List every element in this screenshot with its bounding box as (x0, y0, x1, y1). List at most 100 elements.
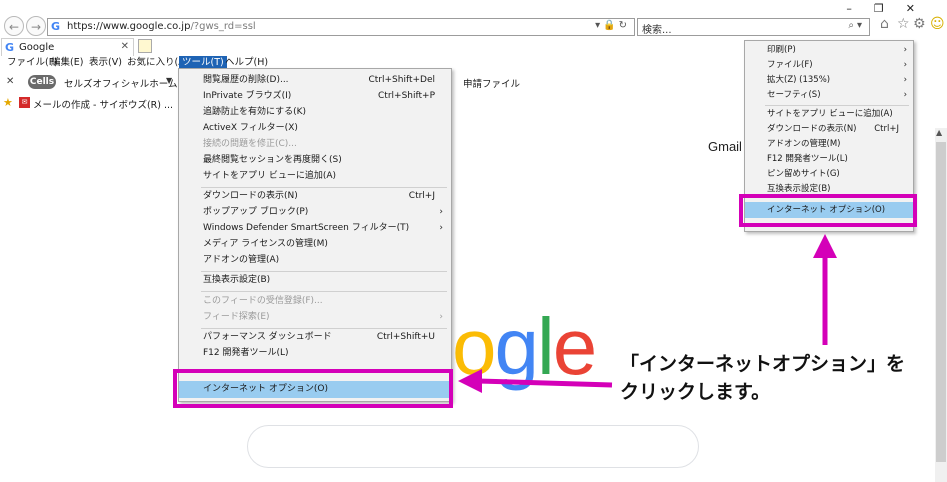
tools-item-feed-discovery: フィード探索(E) › (179, 310, 451, 325)
back-button[interactable]: ← (4, 16, 24, 36)
favorites-add-star-icon[interactable]: ★ (3, 96, 13, 109)
menu-item-label: 最終閲覧セッションを再度開く(S) (203, 155, 342, 165)
instruction-line-1: 「インターネットオプション」を (620, 353, 906, 375)
close-toolbar-icon[interactable]: ✕ (6, 76, 14, 87)
menu-edit[interactable]: 編集(E) (48, 56, 86, 70)
tools-item-subscribe-feed: このフィードの受信登録(F)... (179, 294, 451, 309)
address-bar[interactable]: G https://www.google.co.jp/?gws_rd=ssl ▾… (47, 18, 635, 36)
submenu-arrow-icon: › (903, 60, 907, 70)
menu-item-label: アドオンの管理(A) (203, 255, 280, 265)
gear-item-view-downloads[interactable]: ダウンロードの表示(N) Ctrl+J (745, 122, 913, 137)
scroll-up-icon[interactable]: ▲ (936, 128, 942, 137)
home-icon[interactable]: ⌂ (880, 16, 889, 32)
cybozu-mail-icon: ✉ (19, 97, 30, 108)
gear-item-file[interactable]: ファイル(F) › (745, 58, 913, 73)
gear-item-manage-addons[interactable]: アドオンの管理(M) (745, 137, 913, 152)
google-search-input[interactable] (247, 425, 699, 468)
gear-item-print[interactable]: 印刷(P) › (745, 43, 913, 58)
cells-logo: Cells (28, 75, 56, 89)
tools-item-reopen-session[interactable]: 最終閲覧セッションを再度開く(S) (179, 153, 451, 168)
search-box[interactable]: 検索... ⌕▾ (637, 18, 870, 36)
lock-icon: 🔒 (603, 20, 619, 31)
menu-item-label: サイトをアプリ ビューに追加(A) (767, 109, 893, 119)
search-controls[interactable]: ⌕▾ (848, 20, 865, 31)
search-dropdown-icon[interactable]: ▾ (857, 20, 865, 31)
minimize-icon[interactable]: – (846, 2, 874, 15)
menu-item-label: F12 開発者ツール(L) (767, 154, 848, 164)
menu-item-label: ダウンロードの表示(N) (203, 191, 298, 201)
mail-compose-link[interactable]: メールの作成 - サイボウズ(R) ... (33, 97, 173, 111)
tools-item-manage-addons[interactable]: アドオンの管理(A) (179, 253, 451, 268)
tools-item-inprivate[interactable]: InPrivate ブラウズ(I) Ctrl+Shift+P (179, 89, 451, 104)
menu-item-label: 接続の問題を修正(C)... (203, 139, 297, 149)
google-tab-favicon-icon: G (5, 41, 15, 54)
search-icon[interactable]: ⌕ (848, 20, 857, 31)
dropdown-icon[interactable]: ▾ (595, 20, 603, 31)
gear-icon[interactable]: ⚙ (913, 16, 926, 32)
submenu-arrow-icon: › (903, 90, 907, 100)
menu-item-label: Windows Defender SmartScreen フィルター(T) (203, 223, 410, 233)
tools-item-popup-blocker[interactable]: ポップアップ ブロック(P) › (179, 205, 451, 220)
tools-item-tracking-protection[interactable]: 追跡防止を有効にする(K) (179, 105, 451, 120)
menu-item-label: フィード探索(E) (203, 312, 270, 322)
url-domain: https://www.google.co.jp (67, 21, 191, 32)
new-tab-button[interactable] (138, 39, 152, 53)
submenu-arrow-icon: › (439, 312, 443, 322)
menu-view[interactable]: 表示(V) (86, 56, 125, 70)
gmail-link[interactable]: Gmail (708, 139, 742, 154)
close-window-icon[interactable]: ✕ (906, 2, 937, 15)
menu-item-shortcut: Ctrl+Shift+P (378, 91, 435, 101)
menu-item-label: F12 開発者ツール(L) (203, 348, 289, 358)
shinsei-file-link[interactable]: 申請ファイル (463, 76, 520, 90)
tools-item-compat-view[interactable]: 互換表示設定(B) (179, 273, 451, 288)
tools-item-view-downloads[interactable]: ダウンロードの表示(N) Ctrl+J (179, 189, 451, 204)
gear-item-add-to-apps[interactable]: サイトをアプリ ビューに追加(A) (745, 107, 913, 122)
submenu-arrow-icon: › (439, 207, 443, 217)
tools-menu: 閲覧履歴の削除(D)... Ctrl+Shift+Del InPrivate ブラ… (178, 68, 452, 402)
menu-item-label: アドオンの管理(M) (767, 139, 841, 149)
back-arrow-icon: ← (8, 20, 20, 34)
forward-button[interactable]: → (26, 16, 46, 36)
gear-item-f12-devtools[interactable]: F12 開発者ツール(L) (745, 152, 913, 167)
tools-item-f12-devtools[interactable]: F12 開発者ツール(L) (179, 346, 451, 361)
scrollbar-thumb[interactable] (936, 142, 946, 462)
google-favicon-icon: G (51, 20, 61, 33)
tools-item-delete-history[interactable]: 閲覧履歴の削除(D)... Ctrl+Shift+Del (179, 73, 451, 88)
logo-letter-g: g (494, 302, 539, 391)
address-controls[interactable]: ▾🔒↻ (595, 20, 630, 31)
tab-title: Google (19, 42, 55, 53)
menu-item-label: InPrivate ブラウズ(I) (203, 91, 292, 101)
menu-item-label: セーフティ(S) (767, 90, 821, 100)
refresh-icon[interactable]: ↻ (619, 20, 630, 31)
tools-item-performance-dashboard[interactable]: パフォーマンス ダッシュボード Ctrl+Shift+U (179, 330, 451, 345)
forward-arrow-icon: → (30, 20, 42, 34)
menu-item-label: 閲覧履歴の削除(D)... (203, 75, 289, 85)
restore-icon[interactable]: ❐ (874, 2, 906, 15)
submenu-arrow-icon: › (439, 223, 443, 233)
tab-google[interactable]: G Google ✕ (1, 38, 134, 56)
tools-item-media-license[interactable]: メディア ライセンスの管理(M) (179, 237, 451, 252)
menu-item-label: このフィードの受信登録(F)... (203, 296, 323, 306)
tools-item-activex-filter[interactable]: ActiveX フィルター(X) (179, 121, 451, 136)
submenu-arrow-icon: › (903, 45, 907, 55)
menu-separator (201, 187, 447, 188)
menu-item-label: ActiveX フィルター(X) (203, 123, 298, 133)
gear-item-safety[interactable]: セーフティ(S) › (745, 88, 913, 103)
page-scrollbar[interactable]: ▲ (935, 128, 947, 482)
gear-item-pinned-sites[interactable]: ピン留めサイト(G) (745, 167, 913, 182)
menu-item-shortcut: Ctrl+Shift+U (376, 332, 435, 342)
menu-separator (765, 105, 909, 106)
tools-item-add-to-apps[interactable]: サイトをアプリ ビューに追加(A) (179, 169, 451, 184)
gear-item-zoom[interactable]: 拡大(Z) (135%) › (745, 73, 913, 88)
tab-close-icon[interactable]: ✕ (121, 41, 129, 52)
home-page-dropdown-icon[interactable]: ▼ (166, 76, 172, 85)
menu-item-label: 互換表示設定(B) (203, 275, 271, 285)
menu-item-shortcut: Ctrl+Shift+Del (368, 75, 435, 85)
tools-item-fix-connection: 接続の問題を修正(C)... (179, 137, 451, 152)
google-logo: ogle (452, 302, 597, 392)
smiley-feedback-icon[interactable]: ☺ (930, 16, 945, 32)
logo-letter-o: o (452, 302, 496, 391)
tools-item-smartscreen[interactable]: Windows Defender SmartScreen フィルター(T) › (179, 221, 451, 236)
search-placeholder: 検索... (642, 25, 672, 36)
favorites-star-icon[interactable]: ☆ (897, 16, 910, 32)
